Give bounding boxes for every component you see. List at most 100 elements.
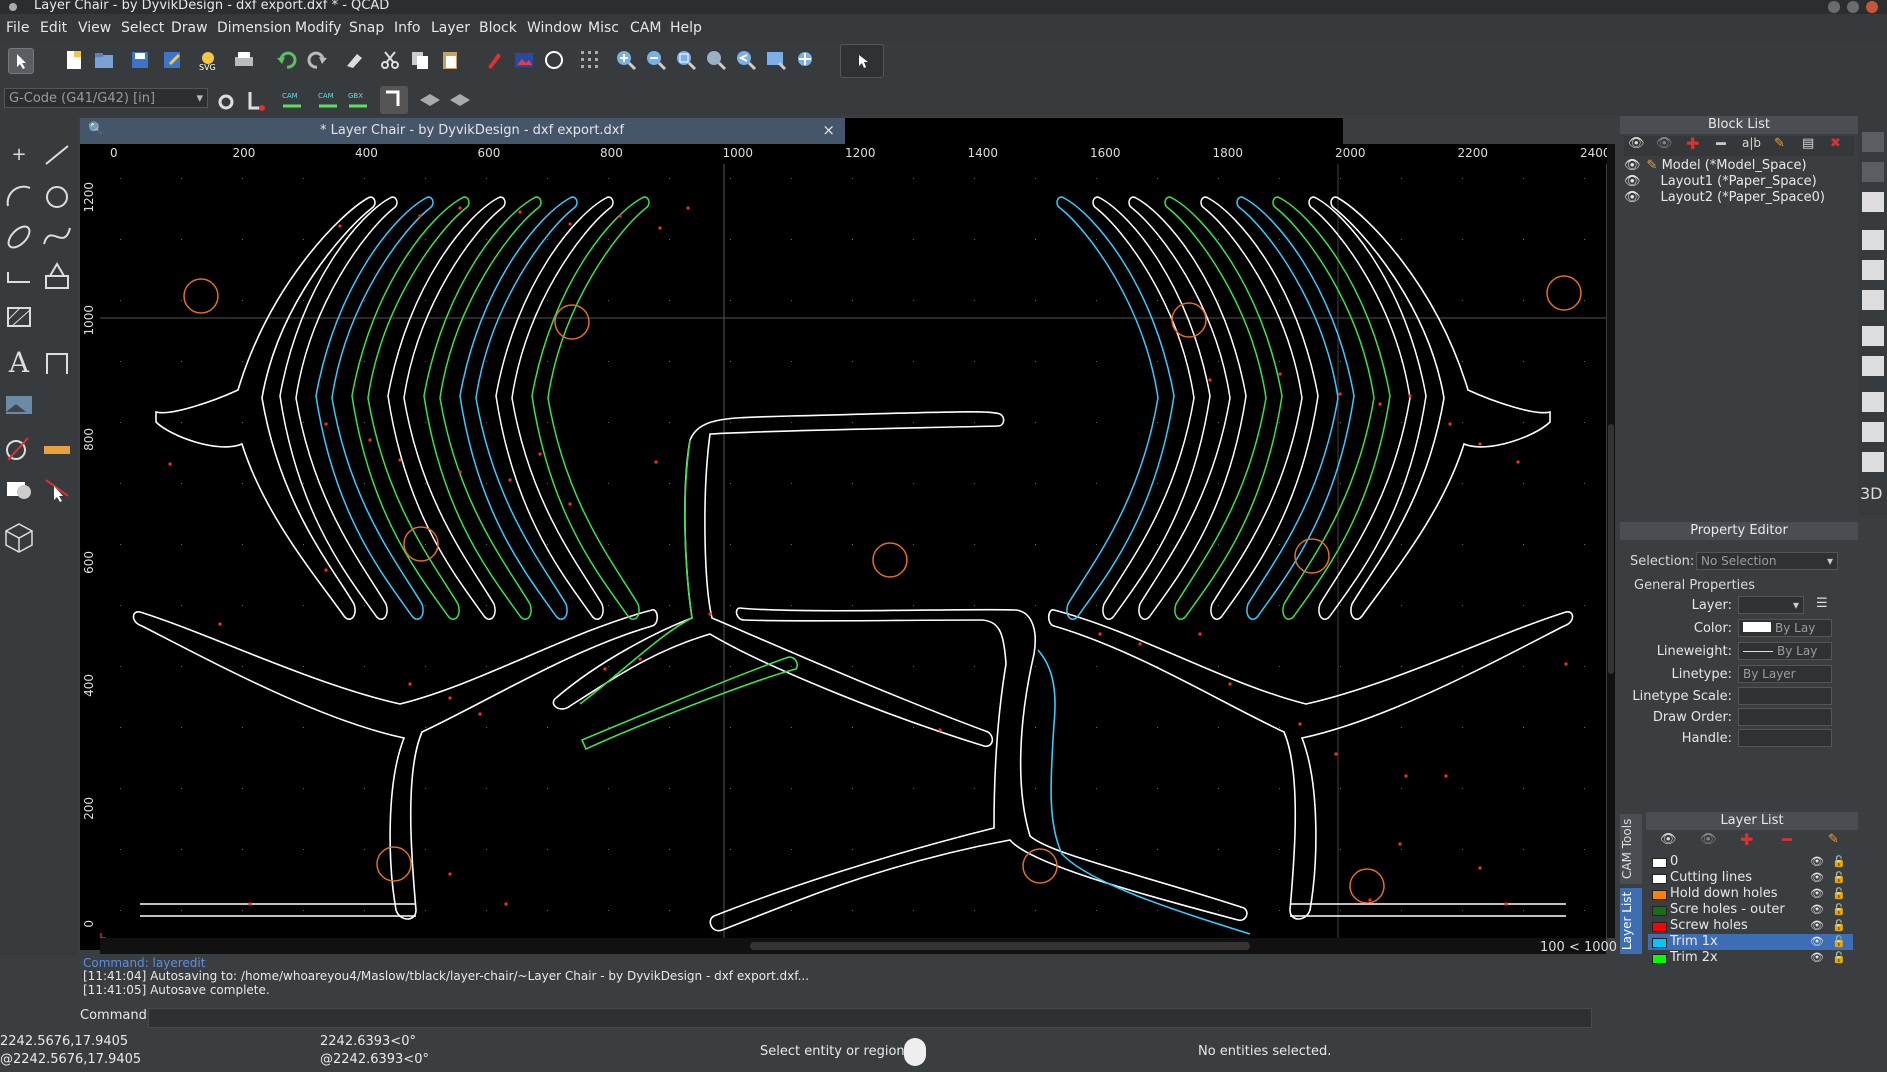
block-list-item[interactable]: 👁 ✎ Model (*Model_Space) <box>1624 158 1807 173</box>
eye-icon[interactable]: 👁 <box>1660 832 1677 847</box>
remove-layer-icon[interactable]: ━ <box>1782 830 1792 849</box>
print-icon[interactable] <box>232 48 256 72</box>
menu-cam[interactable]: CAM <box>630 20 661 36</box>
menu-info[interactable]: Info <box>394 20 421 36</box>
cam-tool-icon[interactable] <box>244 88 268 112</box>
menu-modify[interactable]: Modify <box>295 20 341 36</box>
toolbar-icon[interactable] <box>1862 260 1884 280</box>
layer-row[interactable]: Hold down holes 👁 🔓 <box>1648 886 1853 902</box>
eye-icon[interactable]: 👁 <box>1628 136 1645 151</box>
handle-field[interactable] <box>1738 729 1832 747</box>
color-select[interactable]: By Lay <box>1738 619 1832 637</box>
svg-export-icon[interactable]: SVG <box>196 48 220 72</box>
menu-misc[interactable]: Misc <box>588 20 619 36</box>
menu-view[interactable]: View <box>78 20 111 36</box>
line-tool-icon[interactable] <box>40 138 74 172</box>
remove-block-icon[interactable]: ━ <box>1716 134 1726 153</box>
pointer-mode-icon[interactable] <box>840 44 884 78</box>
eye-icon[interactable]: 👁 <box>1624 190 1641 205</box>
eye-icon[interactable]: 👁 <box>1810 886 1824 902</box>
eye-icon[interactable]: 👁 <box>1810 934 1824 950</box>
menu-edit[interactable]: Edit <box>40 20 67 36</box>
toolbar-icon[interactable] <box>1862 290 1884 310</box>
circle-icon[interactable] <box>542 48 566 72</box>
menu-snap[interactable]: Snap <box>349 20 384 36</box>
selection-select[interactable]: No Selection ▾ <box>1696 552 1838 570</box>
horizontal-scrollbar[interactable] <box>100 938 1606 954</box>
zoom-in-icon[interactable] <box>614 48 638 72</box>
lock-icon[interactable]: 🔓 <box>1832 870 1846 886</box>
layer-row[interactable]: Cutting lines 👁 🔓 <box>1648 870 1853 886</box>
eye-hidden-icon[interactable]: 👁 <box>1656 136 1673 151</box>
lock-icon[interactable]: 🔓 <box>1832 950 1846 966</box>
close-window-icon[interactable] <box>1866 1 1878 13</box>
image-icon[interactable] <box>512 48 536 72</box>
select-tool-icon[interactable] <box>40 472 74 506</box>
layer-list-icon[interactable]: ☰ <box>1816 596 1828 611</box>
menu-file[interactable]: File <box>6 20 29 36</box>
eye-icon[interactable]: 👁 <box>1624 158 1641 173</box>
cam-profile-icon[interactable]: CAM <box>280 88 304 112</box>
tab-layer-list[interactable]: Layer List <box>1620 888 1642 954</box>
layer-row[interactable]: Trim 2x 👁 🔓 <box>1648 950 1853 966</box>
layer-row[interactable]: Trim 1x 👁 🔓 <box>1648 934 1853 950</box>
layer-row[interactable]: Scre holes - outer 👁 🔓 <box>1648 902 1853 918</box>
close-icon[interactable]: × <box>822 121 835 139</box>
layer-up-icon[interactable] <box>418 88 442 112</box>
layer-row[interactable]: Screw holes 👁 🔓 <box>1648 918 1853 934</box>
eye-icon[interactable]: 👁 <box>1624 174 1641 189</box>
eye-icon[interactable]: 👁 <box>1810 902 1824 918</box>
linetype-scale-field[interactable] <box>1738 687 1832 705</box>
menu-dimension[interactable]: Dimension <box>217 20 291 36</box>
lock-icon[interactable]: 🔓 <box>1832 934 1846 950</box>
spline-tool-icon[interactable] <box>40 220 74 254</box>
cam-settings-icon[interactable] <box>214 88 238 112</box>
modify-tool-icon[interactable] <box>2 432 36 466</box>
measure-tool-icon[interactable] <box>40 432 74 466</box>
minimize-icon[interactable] <box>1828 1 1840 13</box>
ellipse-tool-icon[interactable] <box>2 220 36 254</box>
text-tool-icon[interactable]: A <box>2 346 36 380</box>
eye-hidden-icon[interactable]: 👁 <box>1700 832 1717 847</box>
dimension-tool-icon[interactable] <box>40 346 74 380</box>
toolbar-icon[interactable] <box>1862 162 1884 182</box>
eye-icon[interactable]: 👁 <box>1810 870 1824 886</box>
scrollbar-thumb[interactable] <box>1608 424 1614 674</box>
cam-order-icon[interactable] <box>380 86 408 114</box>
draw-order-field[interactable] <box>1738 708 1832 726</box>
lock-icon[interactable]: 🔓 <box>1832 902 1846 918</box>
delete-block-icon[interactable]: ✖ <box>1830 136 1841 151</box>
layer-row[interactable]: 0 👁 🔓 <box>1648 854 1853 870</box>
add-layer-icon[interactable]: ✚ <box>1740 830 1753 849</box>
shape-tool-icon[interactable] <box>40 260 74 294</box>
toolbar-icon[interactable] <box>1862 192 1884 212</box>
eye-icon[interactable]: 👁 <box>1810 918 1824 934</box>
block-list-item[interactable]: 👁 Layout1 (*Paper_Space) <box>1624 174 1817 189</box>
zoom-selection-icon[interactable] <box>764 48 788 72</box>
undo-icon[interactable] <box>275 48 299 72</box>
rename-block-icon[interactable]: a|b <box>1742 136 1761 150</box>
eye-icon[interactable]: 👁 <box>1810 950 1824 966</box>
menu-window[interactable]: Window <box>527 20 582 36</box>
hatch-tool-icon[interactable] <box>2 300 36 334</box>
toolbar-icon[interactable] <box>1862 452 1884 472</box>
pan-icon[interactable] <box>794 48 818 72</box>
command-input[interactable] <box>148 1008 1592 1028</box>
grid-icon[interactable] <box>578 48 602 72</box>
save-icon[interactable] <box>128 48 152 72</box>
menu-block[interactable]: Block <box>479 20 517 36</box>
toolbar-icon[interactable] <box>1862 392 1884 412</box>
eraser-icon[interactable] <box>342 48 366 72</box>
zoom-auto-icon[interactable] <box>674 48 698 72</box>
toolbar-icon[interactable] <box>1862 326 1884 346</box>
zoom-window-icon[interactable] <box>704 48 728 72</box>
open-file-icon[interactable] <box>92 48 116 72</box>
menu-draw[interactable]: Draw <box>171 20 208 36</box>
new-file-icon[interactable] <box>62 48 86 72</box>
edit-layer-icon[interactable]: ✎ <box>1828 832 1839 847</box>
copy-icon[interactable] <box>408 48 432 72</box>
block-list-item[interactable]: 👁 Layout2 (*Paper_Space0) <box>1624 190 1825 205</box>
menu-select[interactable]: Select <box>121 20 164 36</box>
toolbar-icon[interactable] <box>1862 132 1884 152</box>
scrollbar-thumb[interactable] <box>750 942 1250 950</box>
